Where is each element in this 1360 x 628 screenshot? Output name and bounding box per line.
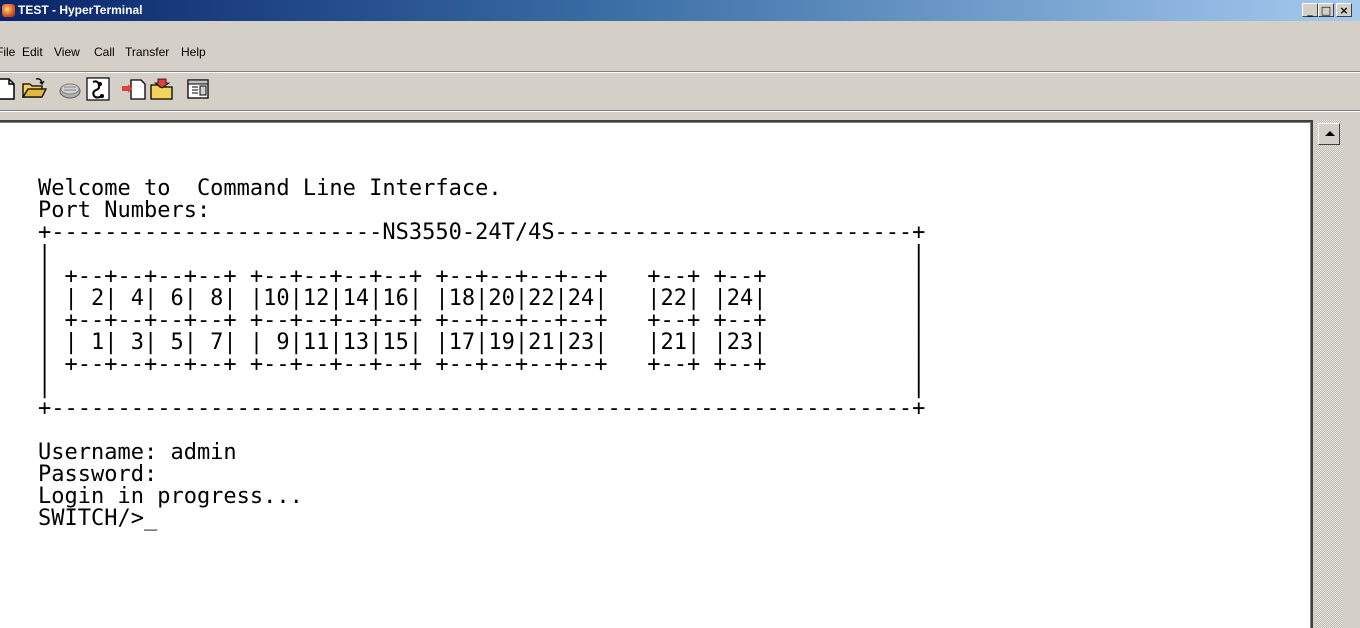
- properties-icon[interactable]: [184, 75, 212, 103]
- scroll-up-arrow-icon[interactable]: [1318, 123, 1340, 145]
- toolbar-bottom-divider: [0, 110, 1360, 112]
- disconnect-icon[interactable]: [84, 75, 112, 103]
- menu-call[interactable]: Call: [94, 45, 115, 59]
- toolbar-top-divider: [0, 71, 1360, 73]
- toolbar: [0, 75, 1360, 107]
- maximize-button[interactable]: □: [1318, 3, 1334, 17]
- close-button[interactable]: ×: [1336, 3, 1352, 17]
- connect-phone-icon[interactable]: [56, 75, 84, 103]
- menu-view[interactable]: View: [54, 45, 80, 59]
- new-icon[interactable]: [0, 75, 20, 103]
- terminal-cursor: _: [143, 506, 158, 531]
- menu-file[interactable]: File: [0, 45, 15, 59]
- title-bar[interactable]: TEST - HyperTerminal _ □ ×: [0, 0, 1360, 21]
- minimize-button[interactable]: _: [1302, 3, 1318, 17]
- hyperterminal-app-icon[interactable]: [2, 4, 15, 17]
- menu-edit[interactable]: Edit: [22, 45, 43, 59]
- menu-transfer[interactable]: Transfer: [125, 45, 169, 59]
- receive-icon[interactable]: [148, 75, 176, 103]
- window-title: TEST - HyperTerminal: [18, 3, 143, 17]
- open-icon[interactable]: [20, 75, 48, 103]
- menu-help[interactable]: Help: [181, 45, 206, 59]
- send-icon[interactable]: [120, 75, 148, 103]
- terminal-output[interactable]: Welcome to Command Line Interface. Port …: [38, 178, 925, 530]
- window-right-edge: [1342, 120, 1360, 628]
- vertical-scrollbar[interactable]: [1316, 120, 1342, 628]
- terminal-text: Welcome to Command Line Interface. Port …: [38, 176, 926, 531]
